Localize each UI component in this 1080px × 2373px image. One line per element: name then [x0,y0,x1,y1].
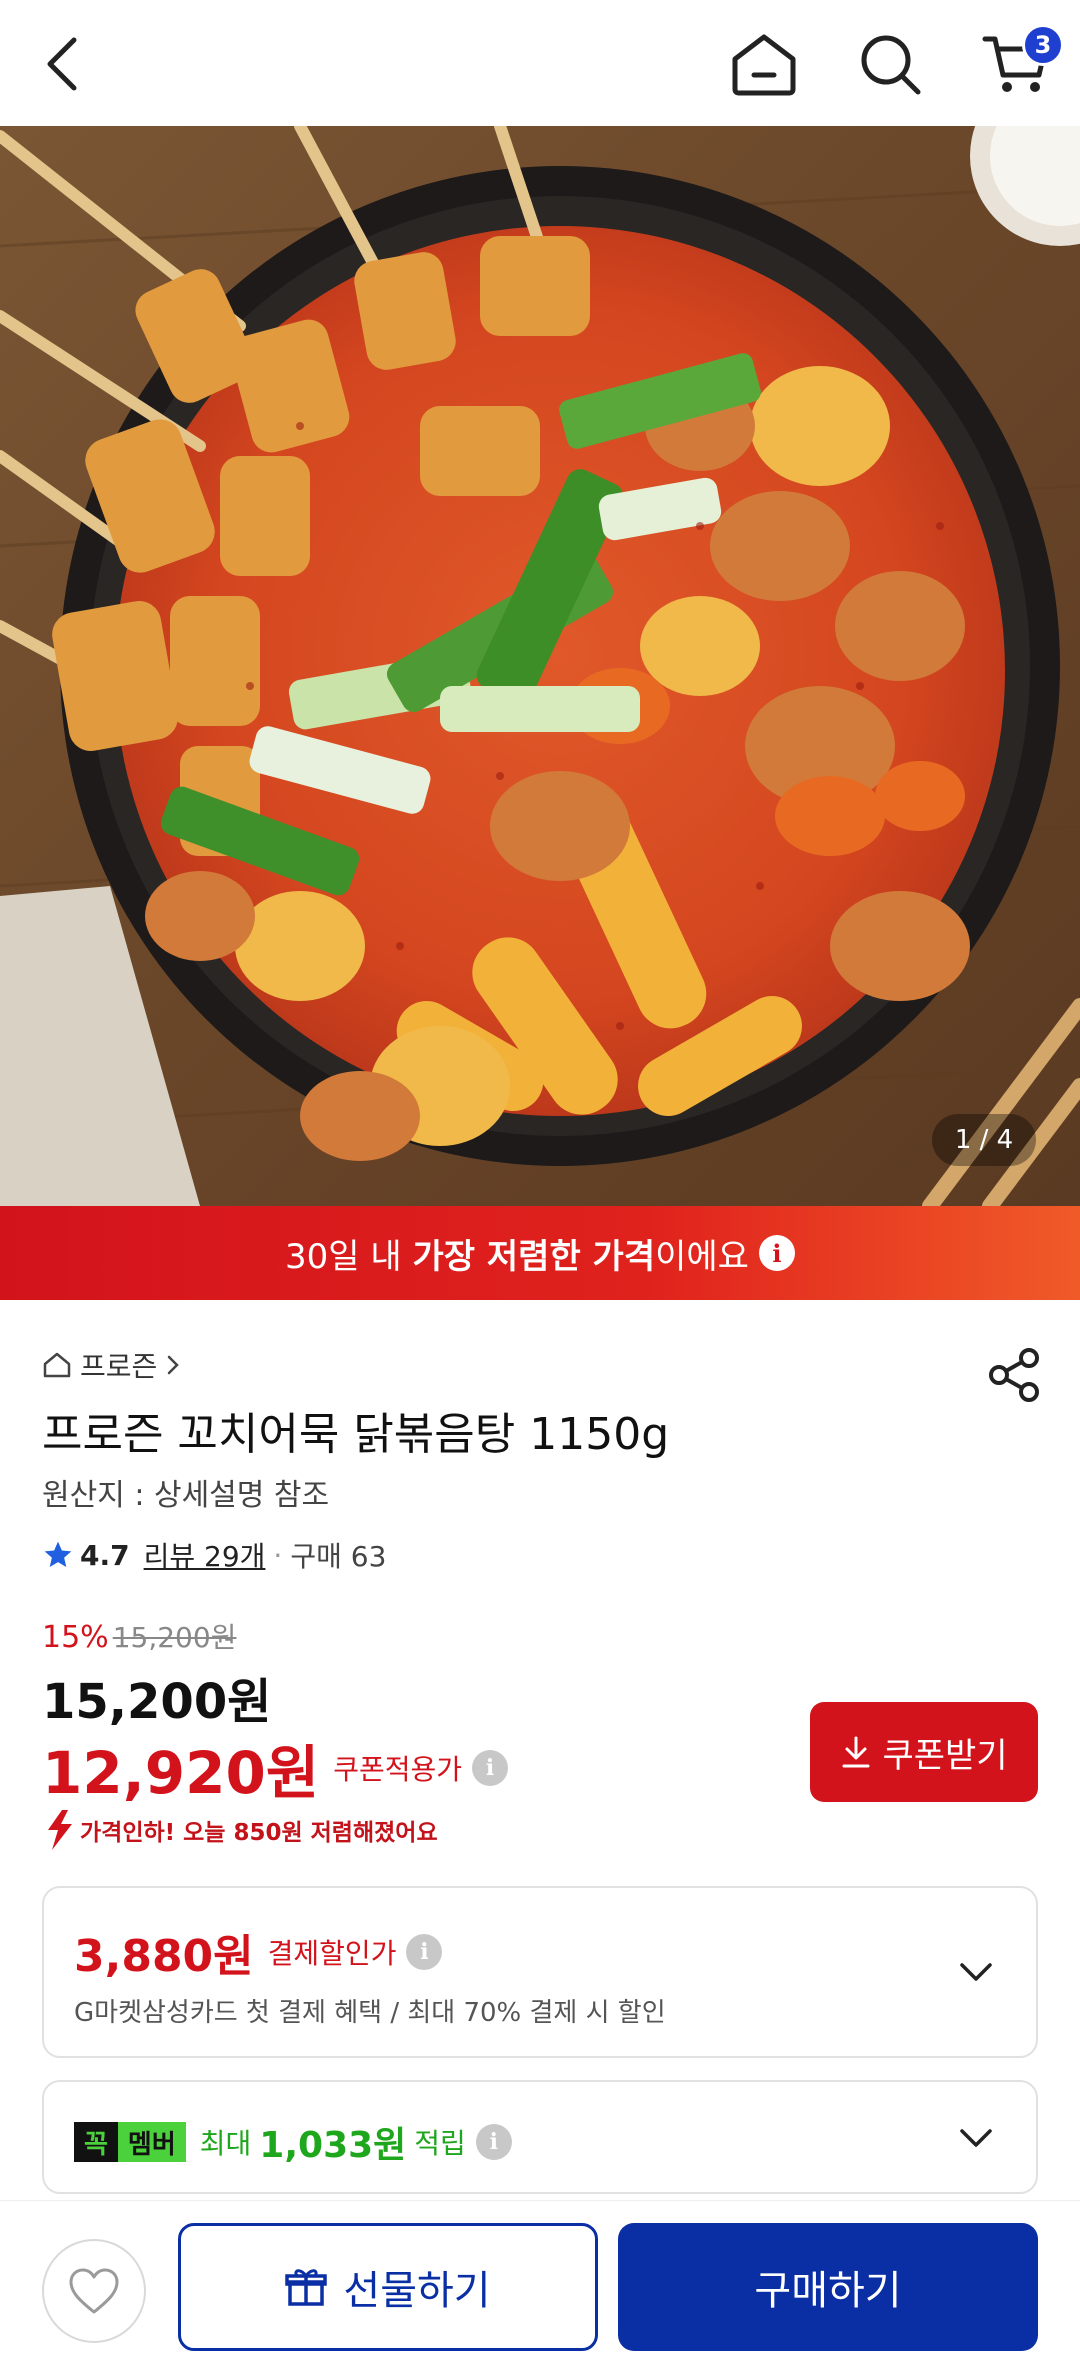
chevron-down-icon[interactable] [956,2118,996,2158]
review-link[interactable]: 리뷰 29개 [144,1535,266,1575]
membership-badge-part2: 멤버 [117,2122,186,2162]
promo-suffix: 이에요 [655,1236,749,1277]
price-drop-note: 가격인하! 오늘 850원 저렴해졌어요 [42,1808,438,1852]
sale-price: 15,200원 [42,1674,272,1730]
promo-prefix: 30일 내 [285,1236,413,1277]
info-icon[interactable]: i [406,1934,443,1970]
info-icon[interactable]: i [472,1750,508,1786]
wishlist-button[interactable] [42,2239,146,2343]
get-coupon-label: 쿠폰받기 [882,1735,1008,1776]
bottom-action-bar: 선물하기 구매하기 [0,2200,1080,2373]
buy-button[interactable]: 구매하기 [618,2223,1038,2351]
membership-badge: 꼭 멤버 [74,2122,186,2162]
chevron-down-icon[interactable] [956,1952,996,1992]
home-icon [732,34,796,96]
category-label: 프로즌 [80,1350,158,1383]
purchase-count: 구매 63 [290,1540,387,1573]
price-drop-text: 가격인하! 오늘 850원 저렴해졌어요 [80,1820,438,1846]
image-counter: 1 / 4 [932,1114,1036,1166]
chevron-right-icon [168,1355,180,1375]
coupon-price: 12,920원 [42,1739,320,1807]
membership-max-label: 최대 [199,2127,252,2160]
buy-button-label: 구매하기 [754,2268,902,2314]
payment-discount-amount: 3,880원 [74,1931,254,1982]
product-title: 프로즌 꼬치어묵 닭볶음탕 1150g [42,1409,670,1460]
discount-row: 15% 15,200원 [42,1616,236,1656]
star-icon [44,1541,72,1567]
separator-dot: · [273,1538,283,1572]
rating-row: 4.7 리뷰 29개 · 구매 63 [42,1535,386,1575]
gift-button-label: 선물하기 [343,2268,491,2314]
gift-button[interactable]: 선물하기 [178,2223,598,2351]
payment-discount-label: 결제할인가 [267,1937,397,1970]
share-button[interactable] [985,1346,1043,1404]
breadcrumb[interactable]: 프로즌 [42,1345,181,1385]
cart-count-badge: 3 [1022,24,1064,66]
discount-percent: 15% [42,1620,109,1655]
membership-badge-part1: 꼭 [74,2122,118,2162]
coupon-price-label: 쿠폰적용가 [333,1753,462,1786]
back-button[interactable] [22,24,102,104]
search-button[interactable] [850,24,930,104]
home-button[interactable] [724,24,804,104]
product-image[interactable]: 1 / 4 [0,126,1080,1206]
get-coupon-button[interactable]: 쿠폰받기 [810,1702,1038,1802]
home-small-icon [43,1352,71,1378]
cart-button[interactable]: 3 [968,24,1064,104]
payment-discount-row: 3,880원 결제할인가 i [74,1920,443,1984]
heart-icon [69,2268,119,2314]
payment-discount-description: G마켓삼성카드 첫 결제 혜택 / 최대 70% 결제 시 할인 [74,1998,666,2028]
lowest-price-banner[interactable]: 30일 내 가장 저렴한 가격 이에요 i [0,1206,1080,1300]
original-price: 15,200원 [112,1621,237,1654]
rating-score: 4.7 [80,1538,130,1572]
top-bar: 3 [0,0,1080,126]
down-arrow-icon [48,1810,72,1850]
info-icon[interactable]: i [475,2124,512,2160]
share-icon [989,1348,1039,1402]
promo-highlight: 가장 저렴한 가격 [412,1236,656,1277]
gift-icon [285,2269,328,2306]
chevron-left-icon [47,37,77,91]
coupon-price-row: 12,920원 쿠폰적용가 i [42,1726,508,1810]
membership-amount: 1,033원 [259,2125,407,2166]
product-origin: 원산지 : 상세설명 참조 [42,1478,330,1513]
membership-earn-label: 적립 [414,2127,466,2160]
download-icon [842,1736,870,1768]
info-icon[interactable]: i [758,1235,795,1271]
membership-row: 꼭 멤버 최대 1,033원 적립 i [74,2116,512,2168]
payment-discount-card[interactable]: 3,880원 결제할인가 i G마켓삼성카드 첫 결제 혜택 / 최대 70% … [42,1886,1038,2058]
membership-card[interactable]: 꼭 멤버 최대 1,033원 적립 i [42,2080,1038,2194]
search-icon [861,35,921,95]
